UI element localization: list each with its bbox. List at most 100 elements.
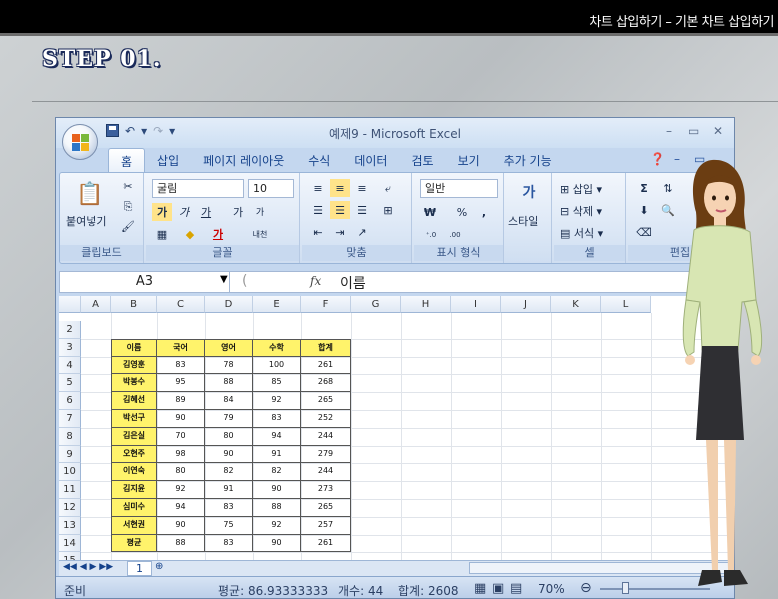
- table-cell[interactable]: 83: [205, 534, 253, 553]
- table-cell[interactable]: 91: [205, 481, 253, 499]
- increase-decimal-icon[interactable]: ⁺.0: [420, 225, 442, 243]
- wrap-text-icon[interactable]: ⤶: [378, 179, 398, 197]
- help-icon[interactable]: ❓: [650, 152, 665, 166]
- table-cell[interactable]: 92: [157, 481, 205, 499]
- row-header[interactable]: 5: [59, 374, 81, 393]
- tab-view[interactable]: 보기: [446, 148, 492, 172]
- row-header[interactable]: 8: [59, 427, 81, 446]
- table-header-cell[interactable]: 합계: [301, 338, 351, 357]
- minimize-icon[interactable]: –: [666, 124, 672, 138]
- sheet-nav-icon[interactable]: ◀◀ ◀ ▶ ▶▶: [63, 562, 113, 572]
- table-cell[interactable]: 90: [205, 445, 253, 464]
- font-size-select[interactable]: 10: [248, 179, 294, 198]
- select-all-corner[interactable]: [59, 296, 81, 313]
- table-cell[interactable]: 82: [205, 463, 253, 482]
- column-header[interactable]: K: [551, 296, 601, 313]
- tab-page-layout[interactable]: 페이지 레이아웃: [191, 148, 296, 172]
- sheet-tab-1[interactable]: 1: [127, 561, 152, 576]
- table-cell[interactable]: 90: [157, 410, 205, 428]
- worksheet-grid[interactable]: ABCDEFGHIJKL23456789101112131415이름국어영어수학…: [59, 296, 733, 560]
- row-header[interactable]: 2: [59, 321, 81, 339]
- table-cell[interactable]: 279: [301, 445, 351, 464]
- table-cell[interactable]: 265: [301, 499, 351, 517]
- maximize-icon[interactable]: ▭: [688, 124, 699, 138]
- table-cell[interactable]: 83: [253, 410, 301, 428]
- table-cell[interactable]: 78: [205, 356, 253, 375]
- table-cell[interactable]: 82: [253, 463, 301, 482]
- tab-home[interactable]: 홈: [108, 148, 146, 172]
- table-cell[interactable]: 257: [301, 516, 351, 535]
- percent-button[interactable]: %: [452, 203, 472, 221]
- bold-button[interactable]: 가: [152, 203, 172, 221]
- page-layout-view-icon[interactable]: ▣: [492, 581, 504, 596]
- formula-value[interactable]: 이름: [340, 273, 366, 293]
- comma-button[interactable]: ,: [474, 203, 494, 221]
- table-cell[interactable]: 80: [157, 463, 205, 482]
- column-header[interactable]: H: [401, 296, 451, 313]
- name-box-dropdown-icon[interactable]: ▼: [220, 274, 228, 285]
- table-cell[interactable]: 평균: [111, 534, 157, 553]
- table-header-cell[interactable]: 영어: [205, 338, 253, 357]
- align-center-icon[interactable]: ☰: [330, 201, 350, 219]
- styles-icon[interactable]: 가: [516, 179, 542, 205]
- column-header[interactable]: A: [81, 296, 111, 313]
- table-cell[interactable]: 273: [301, 481, 351, 499]
- autosum-button[interactable]: Σ: [634, 179, 654, 197]
- table-cell[interactable]: 244: [301, 463, 351, 482]
- table-cell[interactable]: 김영훈: [111, 356, 157, 375]
- format-painter-icon[interactable]: 🖌: [118, 217, 138, 235]
- table-cell[interactable]: 심미수: [111, 499, 157, 517]
- normal-view-icon[interactable]: ▦: [474, 581, 486, 596]
- styles-button[interactable]: 스타일: [508, 213, 538, 229]
- table-cell[interactable]: 95: [157, 374, 205, 393]
- table-cell[interactable]: 90: [253, 481, 301, 499]
- office-button[interactable]: [62, 124, 98, 160]
- align-bottom-icon[interactable]: ≡: [352, 179, 372, 197]
- table-cell[interactable]: 김은실: [111, 427, 157, 446]
- row-header[interactable]: 14: [59, 534, 81, 553]
- decrease-indent-icon[interactable]: ⇤: [308, 223, 328, 241]
- zoom-level[interactable]: 70%: [538, 582, 565, 596]
- row-header[interactable]: 4: [59, 356, 81, 375]
- table-cell[interactable]: 244: [301, 427, 351, 446]
- table-cell[interactable]: 박봉수: [111, 374, 157, 393]
- merge-center-icon[interactable]: ⊞: [378, 201, 398, 219]
- font-name-select[interactable]: 굴림: [152, 179, 244, 198]
- table-cell[interactable]: 91: [253, 445, 301, 464]
- fill-color-icon[interactable]: ◆: [180, 225, 200, 243]
- table-cell[interactable]: 90: [253, 534, 301, 553]
- table-cell[interactable]: 70: [157, 427, 205, 446]
- phonetic-button[interactable]: 내천: [250, 225, 270, 243]
- insert-function-button[interactable]: fx: [310, 274, 321, 288]
- currency-button[interactable]: ₩: [420, 203, 440, 221]
- table-header-cell[interactable]: 이름: [111, 338, 157, 357]
- row-header[interactable]: 6: [59, 392, 81, 410]
- table-cell[interactable]: 김지윤: [111, 481, 157, 499]
- zoom-slider-thumb[interactable]: [622, 582, 629, 594]
- page-break-view-icon[interactable]: ▤: [510, 581, 522, 596]
- table-cell[interactable]: 100: [253, 356, 301, 375]
- table-cell[interactable]: 88: [253, 499, 301, 517]
- column-header[interactable]: D: [205, 296, 253, 313]
- row-header[interactable]: 15: [59, 552, 81, 560]
- tab-review[interactable]: 검토: [399, 148, 445, 172]
- zoom-out-icon[interactable]: ⊖: [580, 580, 592, 596]
- table-cell[interactable]: 98: [157, 445, 205, 464]
- underline-button[interactable]: 가: [196, 203, 216, 221]
- paste-button[interactable]: 붙여넣기: [66, 213, 106, 229]
- increase-indent-icon[interactable]: ⇥: [330, 223, 350, 241]
- table-cell[interactable]: 92: [253, 516, 301, 535]
- table-cell[interactable]: 92: [253, 392, 301, 410]
- table-cell[interactable]: 김혜선: [111, 392, 157, 410]
- table-cell[interactable]: 박선구: [111, 410, 157, 428]
- borders-icon[interactable]: ▦: [152, 225, 172, 243]
- row-header[interactable]: 12: [59, 499, 81, 517]
- decrease-decimal-icon[interactable]: .00: [444, 225, 466, 243]
- tab-insert[interactable]: 삽입: [145, 148, 191, 172]
- align-middle-icon[interactable]: ≡: [330, 179, 350, 197]
- table-header-cell[interactable]: 수학: [253, 338, 301, 357]
- table-cell[interactable]: 261: [301, 534, 351, 553]
- column-header[interactable]: B: [111, 296, 157, 313]
- number-format-select[interactable]: 일반: [420, 179, 498, 198]
- new-sheet-icon[interactable]: ⊕: [155, 561, 163, 572]
